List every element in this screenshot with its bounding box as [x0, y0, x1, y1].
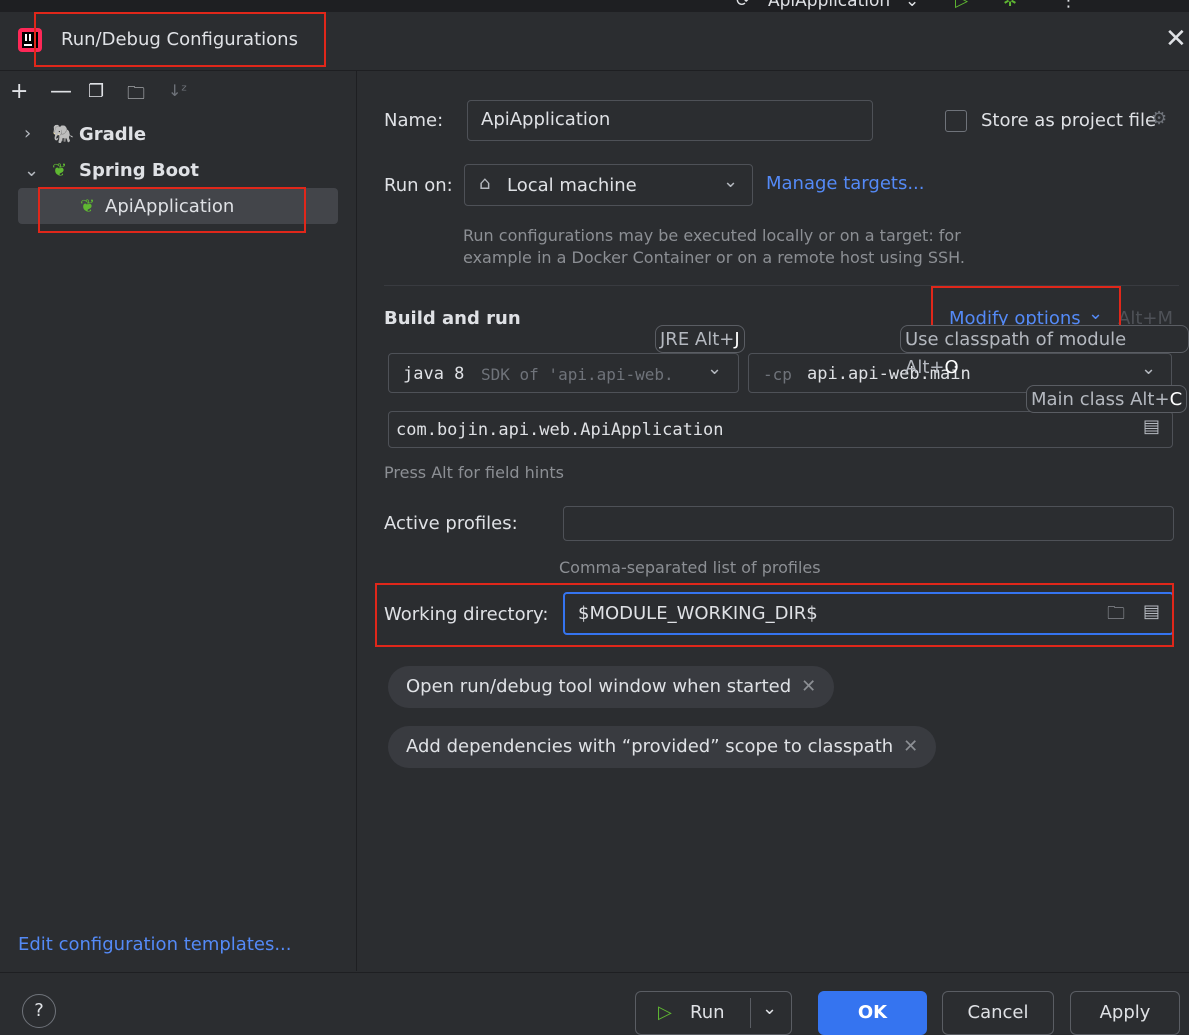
chevron-down-icon: ⌄ — [723, 171, 739, 192]
store-label[interactable]: Store as project file — [981, 110, 1156, 131]
tree-item-gradle[interactable]: Gradle — [79, 124, 146, 145]
run-icon[interactable]: ▷ — [955, 0, 968, 11]
new-folder-icon[interactable]: 🗀 — [127, 81, 145, 111]
add-icon[interactable]: + — [10, 79, 28, 104]
copy-icon[interactable]: ❐ — [88, 81, 104, 102]
gear-icon[interactable]: ⚙ — [1151, 108, 1167, 129]
more-icon[interactable]: ⋮ — [1060, 0, 1077, 11]
chevron-down-icon: ⌄ — [1141, 358, 1157, 379]
store-checkbox[interactable] — [945, 110, 967, 132]
profiles-help: Comma-separated list of profiles — [559, 558, 821, 577]
profiles-field[interactable] — [563, 506, 1174, 541]
separator — [384, 285, 1179, 286]
runon-dropdown[interactable]: ⌂ Local machine ⌄ — [464, 164, 753, 206]
main-class-value: com.bojin.api.web.ApiApplication — [396, 420, 724, 440]
mainclass-hint: Main class Alt+C — [1026, 385, 1188, 413]
gradle-icon: 🐘 — [52, 124, 75, 145]
tree-item-spring-boot[interactable]: Spring Boot — [79, 160, 199, 181]
workdir-field[interactable]: $MODULE_WORKING_DIR$ 🗀 ▤ — [563, 592, 1174, 635]
run-icon: ▷ — [658, 1002, 672, 1023]
chevron-down-icon[interactable]: ⌄ — [762, 988, 777, 1030]
chip-provided-scope[interactable]: Add dependencies with “provided” scope t… — [388, 726, 937, 768]
ok-button[interactable]: OK — [818, 991, 927, 1035]
spring-icon: ⟳ — [736, 0, 751, 11]
edit-templates-link[interactable]: Edit configuration templates... — [18, 934, 292, 955]
spring-boot-icon: ❦ — [52, 160, 68, 181]
tree-item-apiapplication[interactable]: ApiApplication — [105, 196, 234, 217]
chip-label: Add dependencies with “provided” scope t… — [406, 736, 894, 757]
close-icon[interactable]: ✕ — [1165, 24, 1187, 54]
folder-icon[interactable]: 🗀 — [1107, 601, 1125, 631]
runon-help-1: Run configurations may be executed local… — [463, 226, 961, 245]
cp-prefix: -cp — [763, 365, 792, 384]
main-toolbar-strip: ⟳ ApiApplication ⌄ ▷ ✲ ⋮ — [0, 0, 1189, 12]
run-config-selector[interactable]: ApiApplication — [768, 0, 890, 11]
profiles-label: Active profiles: — [384, 513, 518, 534]
chevron-down-icon[interactable]: ⌄ — [24, 160, 39, 181]
apply-button[interactable]: Apply — [1070, 991, 1180, 1035]
jdk-sub: SDK of 'api.api-web. — [481, 365, 674, 384]
runon-help-2: example in a Docker Container or on a re… — [463, 248, 965, 267]
debug-icon[interactable]: ✲ — [1003, 0, 1017, 11]
chevron-down-icon: ⌄ — [905, 0, 920, 11]
classpath-hint: Use classpath of module Alt+O — [900, 325, 1189, 378]
close-icon[interactable]: ✕ — [801, 676, 816, 697]
sort-icon[interactable]: ↓ᶻ — [168, 81, 187, 100]
chip-open-tool-window[interactable]: Open run/debug tool window when started ✕ — [388, 666, 835, 708]
run-label: Run — [690, 1002, 725, 1023]
jre-hint: JRE Alt+J — [655, 325, 745, 353]
browse-list-icon[interactable]: ▤ — [1143, 416, 1160, 437]
press-alt-hint: Press Alt for field hints — [384, 463, 564, 482]
chevron-down-icon: ⌄ — [707, 358, 723, 379]
name-value: ApiApplication — [481, 109, 611, 130]
jdk-dropdown[interactable]: java 8 SDK of 'api.api-web. ⌄ — [388, 353, 739, 393]
chevron-right-icon[interactable]: › — [24, 123, 31, 144]
spring-boot-config-icon: ❦ — [80, 196, 96, 217]
runon-label: Run on: — [384, 175, 453, 196]
dialog-titlebar: Run/Debug Configurations ✕ — [0, 12, 1189, 71]
intellij-logo-icon — [18, 28, 42, 52]
chip-label: Open run/debug tool window when started — [406, 676, 792, 697]
runon-value: Local machine — [507, 175, 637, 196]
run-split-button[interactable]: ▷ Run ⌄ — [635, 991, 792, 1035]
cancel-button[interactable]: Cancel — [942, 991, 1054, 1035]
workdir-value: $MODULE_WORKING_DIR$ — [578, 603, 818, 624]
main-class-field[interactable]: com.bojin.api.web.ApiApplication ▤ — [388, 411, 1173, 448]
split-divider — [750, 998, 751, 1028]
remove-icon[interactable]: — — [50, 79, 72, 104]
jdk-main: java 8 — [403, 364, 465, 384]
workdir-label: Working directory: — [384, 604, 549, 625]
home-icon: ⌂ — [479, 173, 491, 194]
build-run-label: Build and run — [384, 308, 521, 329]
browse-list-icon[interactable]: ▤ — [1143, 601, 1160, 622]
manage-targets-link[interactable]: Manage targets... — [766, 173, 925, 194]
name-field[interactable]: ApiApplication — [467, 100, 873, 141]
close-icon[interactable]: ✕ — [903, 736, 918, 757]
dialog-title: Run/Debug Configurations — [61, 29, 298, 50]
chevron-down-icon: ⌄ — [1088, 303, 1104, 324]
name-label: Name: — [384, 110, 444, 131]
